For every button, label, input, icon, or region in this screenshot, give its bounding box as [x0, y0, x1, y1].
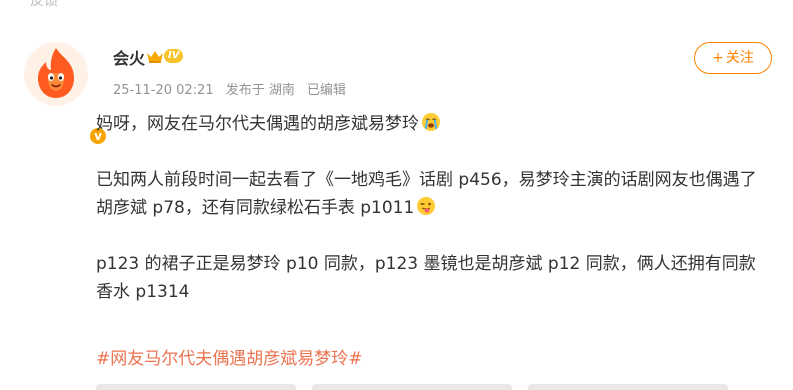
paragraph-text: 妈呀，网友在马尔代夫偶遇的胡彦斌易梦玲 — [96, 114, 419, 134]
post-paragraph-2: 已知两人前段时间一起去看了《一地鸡毛》话剧 p456，易梦玲主演的话剧网友也偶遇… — [96, 166, 768, 222]
weibo-post-card: v 会火 IV 25-11-20 02:21 发布于 湖南 已编辑 + 关注 妈呀… — [0, 0, 793, 390]
flame-mascot-icon — [25, 43, 87, 105]
preview-thumbnail[interactable] — [312, 384, 512, 390]
post-timestamp[interactable]: 25-11-20 02:21 — [113, 83, 214, 98]
paragraph-text: p123 的裙子正是易梦玲 p10 同款，p123 墨镜也是胡彦斌 p12 同款… — [96, 254, 756, 302]
tongue-emoji-icon — [417, 197, 436, 215]
post-meta: 25-11-20 02:21 发布于 湖南 已编辑 — [113, 79, 354, 98]
topic-hashtag-link[interactable]: #网友马尔代夫偶遇胡彦斌易梦玲# — [96, 344, 363, 369]
edited-label[interactable]: 已编辑 — [307, 83, 346, 98]
post-content: 妈呀，网友在马尔代夫偶遇的胡彦斌易梦玲 已知两人前段时间一起去看了《一地鸡毛》话… — [96, 110, 768, 306]
crying-emoji-icon — [422, 113, 440, 131]
plus-icon: + — [712, 50, 724, 66]
image-preview-strip — [96, 384, 768, 390]
follow-button-label: 关注 — [725, 50, 754, 66]
preview-thumbnail[interactable] — [96, 384, 296, 390]
follow-button[interactable]: + 关注 — [694, 42, 772, 74]
author-name[interactable]: 会火 — [113, 45, 145, 69]
crown-icon — [147, 51, 163, 63]
post-paragraph-1: 妈呀，网友在马尔代夫偶遇的胡彦斌易梦玲 — [96, 110, 768, 138]
avatar[interactable]: v — [24, 42, 108, 146]
level-badge: IV — [164, 49, 184, 63]
post-paragraph-3: p123 的裙子正是易梦玲 p10 同款，p123 墨镜也是胡彦斌 p12 同款… — [96, 250, 768, 306]
post-location: 发布于 湖南 — [225, 83, 295, 98]
preview-thumbnail[interactable] — [528, 384, 728, 390]
